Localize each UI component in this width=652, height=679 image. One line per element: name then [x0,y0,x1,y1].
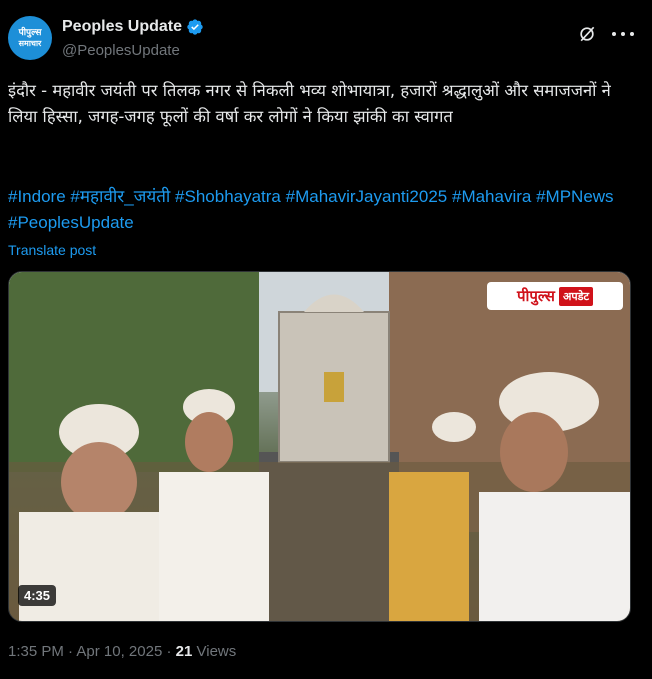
author-handle[interactable]: @PeoplesUpdate [62,42,180,59]
hashtag[interactable]: #MPNews [536,187,613,206]
post-text: इंदौर - महावीर जयंती पर तिलक नगर से निकल… [8,81,611,126]
views-label: Views [196,643,237,660]
hashtag[interactable]: #Shobhayatra [175,187,281,206]
video-duration: 4:35 [18,585,57,606]
hashtag[interactable]: #Indore [8,187,66,206]
video-thumbnail [9,272,630,621]
more-icon[interactable] [612,24,634,44]
hashtag[interactable]: #MahavirJayanti2025 [286,187,448,206]
avatar-text-line1: पीपुल्स [18,27,42,38]
avatar-text-line2: समाचार [18,38,42,48]
watermark-part2: अपडेट [558,286,594,306]
grok-icon[interactable] [577,24,597,44]
views-count: 21 [175,643,193,660]
meta-separator: · [166,643,172,660]
tweet: पीपुल्स समाचार Peoples Update @PeoplesUp… [0,0,652,679]
hashtag[interactable]: #Mahavira [452,187,531,206]
avatar[interactable]: पीपुल्स समाचार [8,16,52,60]
author-name-row[interactable]: Peoples Update [62,18,204,36]
verified-badge-icon [187,19,203,35]
post-time[interactable]: 1:35 PM [8,643,64,660]
watermark-logo: पीपुल्स अपडेट [487,282,623,310]
watermark-part1: पीपुल्स [516,287,555,305]
video-player[interactable]: पीपुल्स अपडेट [8,271,631,622]
hashtag[interactable]: #PeoplesUpdate [8,213,134,232]
hashtags: #Indore #महावीर_जयंती #Shobhayatra #Maha… [8,184,633,236]
author-display-name[interactable]: Peoples Update [62,18,182,36]
post-meta: 1:35 PM · Apr 10, 2025 · 21 Views [8,643,236,660]
meta-separator: · [68,643,74,660]
translate-post-link[interactable]: Translate post [8,242,96,258]
hashtag[interactable]: #महावीर_जयंती [70,187,170,206]
post-date[interactable]: Apr 10, 2025 [76,643,162,660]
